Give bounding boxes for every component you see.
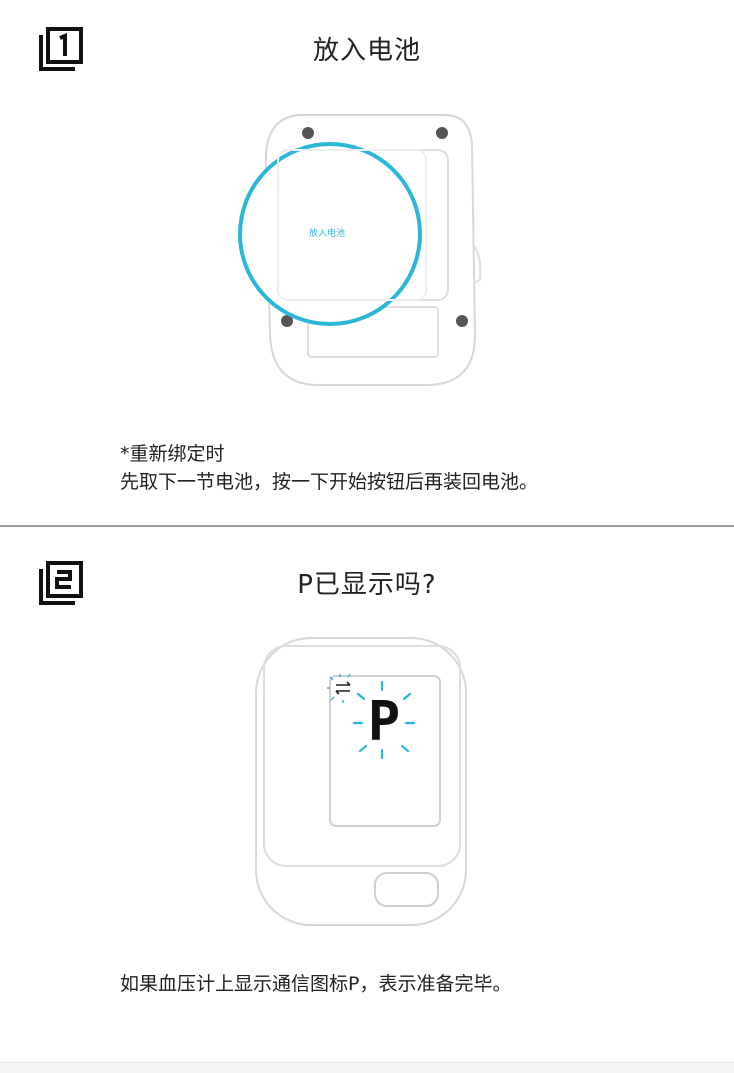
step-1-title: 放入电池 [312,36,421,66]
step-1-section: 放入电池 放入电池 *重新绑定时 先取下一节电池，按一下开始按钮后再装回电池。 [0,0,734,526]
screw-bottom-right [456,315,468,327]
battery-bubble-label: 放入电池 [309,227,345,239]
step-2-section: P已显示吗? P 如果血压计上显示通信图标P，表示准备完毕。 [0,528,734,1062]
screw-top-right [436,127,448,139]
rebind-note-heading: *重新绑定时 [120,443,225,465]
monitor-back-illustration: 放入电池 [238,114,482,386]
step-2-title: P已显示吗? [297,570,437,600]
section-divider [0,525,734,527]
ready-note: 如果血压计上显示通信图标P，表示准备完毕。 [120,973,512,995]
rebind-note: *重新绑定时 先取下一节电池，按一下开始按钮后再装回电池。 [120,440,538,496]
bottom-bar [0,1062,734,1073]
rebind-note-body: 先取下一节电池，按一下开始按钮后再装回电池。 [120,471,539,493]
monitor-front-illustration: P [255,637,467,926]
screw-top-left [302,127,314,139]
display-p-symbol: P [368,690,401,753]
